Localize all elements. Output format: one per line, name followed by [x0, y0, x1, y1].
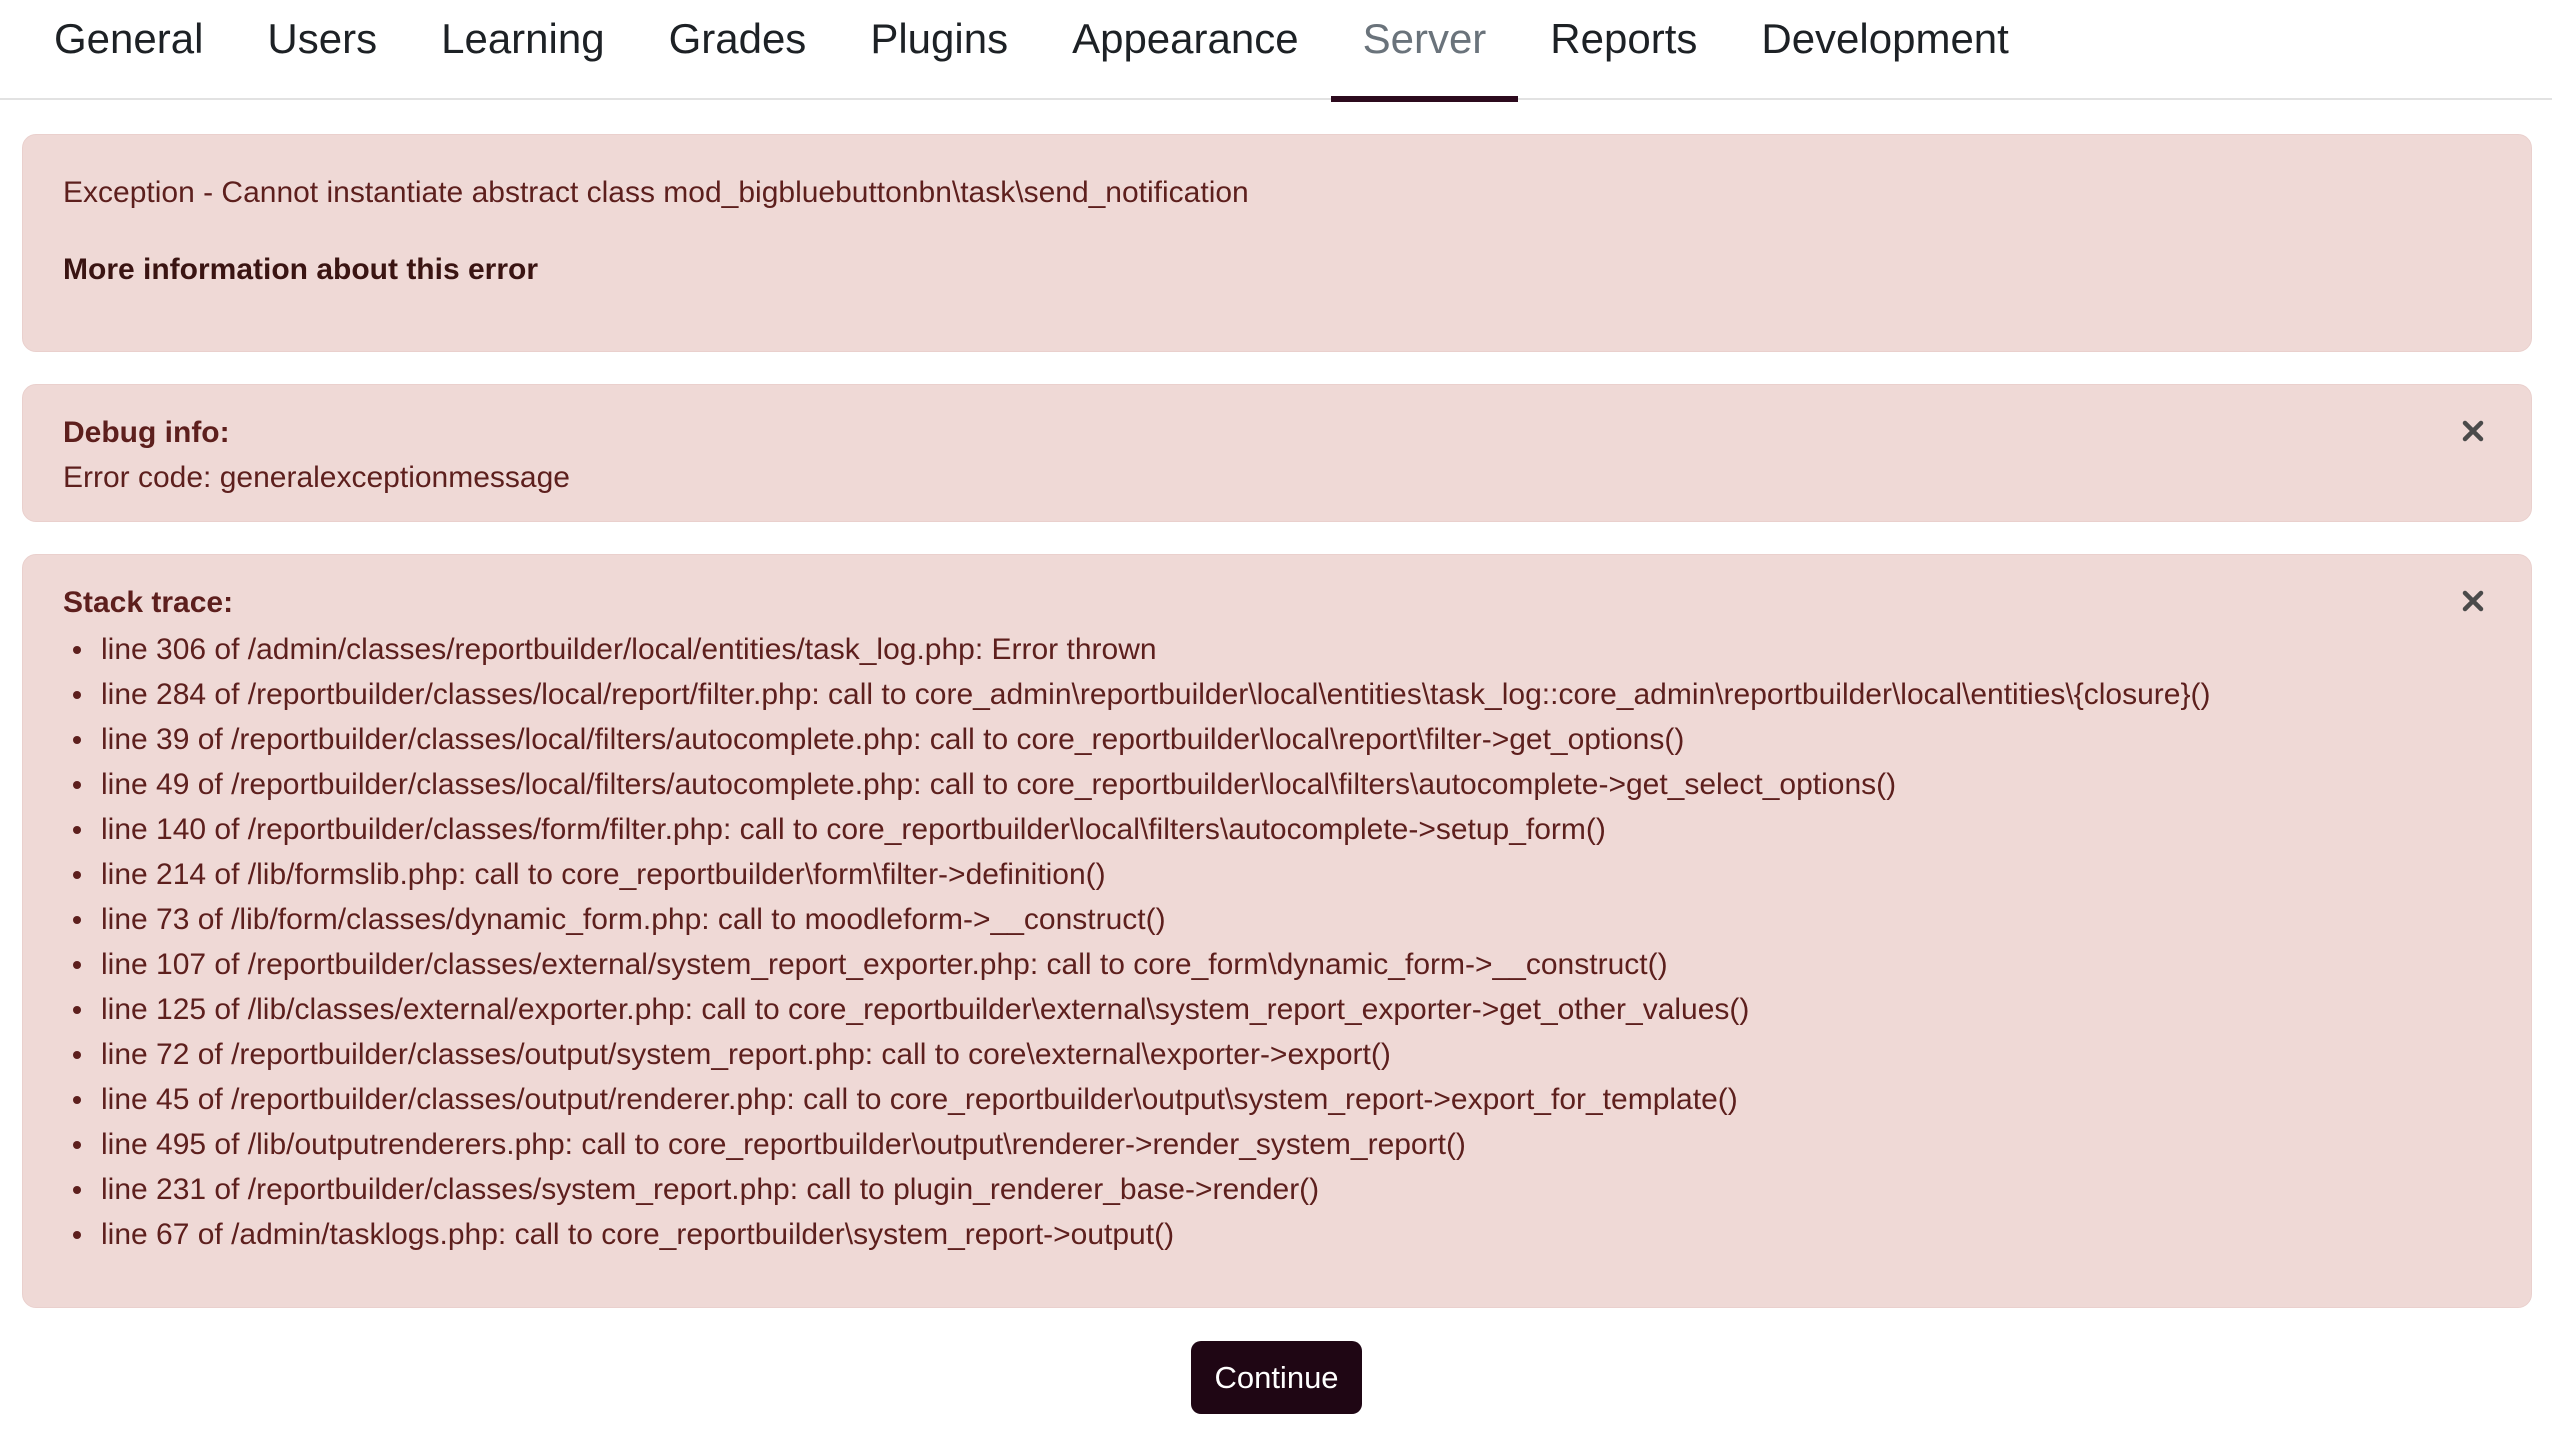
- close-icon: [2462, 590, 2484, 612]
- tab-reports[interactable]: Reports: [1518, 0, 1729, 100]
- stack-trace-line: line 39 of /reportbuilder/classes/local/…: [63, 717, 2210, 762]
- tab-list: General Users Learning Grades Plugins Ap…: [0, 0, 2552, 102]
- admin-category-tabs: General Users Learning Grades Plugins Ap…: [0, 0, 2552, 102]
- stack-trace-line: line 214 of /lib/formslib.php: call to c…: [63, 852, 2210, 897]
- stack-trace-line: line 107 of /reportbuilder/classes/exter…: [63, 942, 2210, 987]
- stack-trace-line: line 306 of /admin/classes/reportbuilder…: [63, 627, 2210, 672]
- tab-plugins[interactable]: Plugins: [838, 0, 1040, 100]
- tab-users[interactable]: Users: [235, 0, 409, 100]
- stack-trace-line: line 45 of /reportbuilder/classes/output…: [63, 1077, 2210, 1122]
- more-info-heading: More information about this error: [63, 253, 539, 286]
- tab-learning[interactable]: Learning: [409, 0, 636, 100]
- stack-trace-alert: Stack trace: line 306 of /admin/classes/…: [22, 554, 2532, 1308]
- stack-trace-line: line 284 of /reportbuilder/classes/local…: [63, 672, 2210, 717]
- stack-trace-line: line 495 of /lib/outputrenderers.php: ca…: [63, 1122, 2210, 1167]
- stack-trace-line: line 125 of /lib/classes/external/export…: [63, 987, 2210, 1032]
- exception-alert: Exception - Cannot instantiate abstract …: [22, 134, 2532, 352]
- stack-trace-line: line 231 of /reportbuilder/classes/syste…: [63, 1167, 2210, 1212]
- stack-trace-line: line 73 of /lib/form/classes/dynamic_for…: [63, 897, 2210, 942]
- stack-trace-close-button[interactable]: [2451, 579, 2495, 623]
- tab-server[interactable]: Server: [1330, 0, 1519, 102]
- tab-appearance[interactable]: Appearance: [1040, 0, 1331, 100]
- stack-trace-line: line 140 of /reportbuilder/classes/form/…: [63, 807, 2210, 852]
- debug-info-title: Debug info:: [63, 416, 230, 449]
- debug-info-alert: Debug info: Error code: generalexception…: [22, 384, 2532, 522]
- tab-grades[interactable]: Grades: [637, 0, 839, 100]
- exception-message: Exception - Cannot instantiate abstract …: [63, 176, 1249, 209]
- debug-close-button[interactable]: [2451, 409, 2495, 453]
- tab-general[interactable]: General: [22, 0, 235, 100]
- close-icon: [2462, 420, 2484, 442]
- continue-button[interactable]: Continue: [1191, 1341, 1362, 1414]
- tab-development[interactable]: Development: [1729, 0, 2040, 100]
- stack-trace-line: line 72 of /reportbuilder/classes/output…: [63, 1032, 2210, 1077]
- stack-trace-list: line 306 of /admin/classes/reportbuilder…: [63, 627, 2210, 1257]
- stack-trace-line: line 49 of /reportbuilder/classes/local/…: [63, 762, 2210, 807]
- stack-trace-title: Stack trace:: [63, 586, 234, 619]
- debug-error-code: Error code: generalexceptionmessage: [63, 461, 570, 494]
- stack-trace-line: line 67 of /admin/tasklogs.php: call to …: [63, 1212, 2210, 1257]
